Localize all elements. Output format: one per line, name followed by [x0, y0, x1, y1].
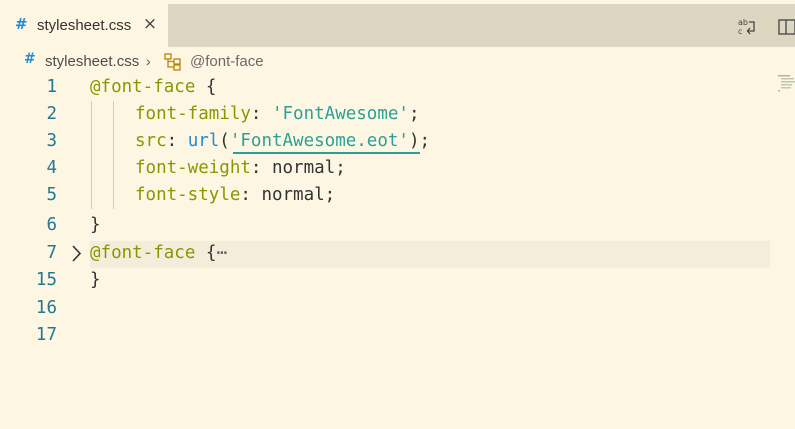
code-editor[interactable]: 1 @font-face { 2 font-family: 'FontAweso…: [0, 74, 795, 429]
token-value: normal;: [271, 158, 346, 178]
line-number: 1: [46, 77, 57, 97]
token-property: font-weight: [135, 158, 251, 178]
compare-changes-icon[interactable]: ab c: [736, 17, 758, 37]
code-line: font-style: normal;: [135, 182, 335, 209]
token-property: font-style: [135, 185, 241, 205]
token-colon: :: [250, 158, 272, 178]
symbol-class-icon: [164, 53, 182, 75]
breadcrumb-file[interactable]: stylesheet.css: [45, 53, 139, 70]
line-3: 3 src: url('FontAwesome.eot');: [0, 128, 780, 155]
line-15: 15 }: [0, 267, 780, 294]
folded-ellipsis[interactable]: ⋯: [216, 243, 227, 263]
token-value: normal;: [261, 185, 336, 205]
code-line: font-family: 'FontAwesome';: [135, 101, 420, 128]
token-function: url: [187, 131, 220, 151]
line-number: 4: [46, 158, 57, 178]
code-line: }: [90, 267, 101, 294]
token-at-rule: @font-face: [90, 243, 196, 263]
line-number: 17: [35, 325, 57, 345]
line-5: 5 font-style: normal;: [0, 182, 780, 209]
breadcrumb-symbol[interactable]: @font-face: [190, 53, 264, 70]
code-line: src: url('FontAwesome.eot');: [135, 128, 430, 155]
code-line: @font-face {: [90, 74, 216, 101]
split-editor-icon[interactable]: [776, 17, 795, 37]
token-brace: {: [195, 77, 217, 97]
token-semicolon: ;: [408, 104, 420, 124]
tab-stylesheet-css[interactable]: # stylesheet.css ×: [0, 4, 168, 47]
tab-label: stylesheet.css: [37, 17, 132, 34]
breadcrumb: # stylesheet.css › @font-face: [0, 50, 795, 74]
token-property: src: [135, 131, 167, 151]
line-number: 2: [46, 104, 57, 124]
svg-text:ab: ab: [738, 18, 748, 27]
editor-window: # stylesheet.css × ab c # stylesheet.css…: [0, 0, 795, 429]
line-number: 5: [46, 185, 57, 205]
code-line: @font-face {⋯: [90, 240, 227, 267]
tab-bar: # stylesheet.css × ab c: [0, 4, 795, 47]
code-line: font-weight: normal;: [135, 155, 346, 182]
line-number: 7: [46, 243, 57, 263]
line-17: 17: [0, 322, 780, 349]
close-icon[interactable]: ×: [140, 13, 160, 35]
minimap[interactable]: [778, 74, 795, 92]
line-1: 1 @font-face {: [0, 74, 780, 101]
chevron-right-icon[interactable]: [70, 240, 84, 267]
token-colon: :: [240, 185, 262, 205]
token-paren: );: [408, 131, 431, 151]
line-2: 2 font-family: 'FontAwesome';: [0, 101, 780, 128]
line-6: 6 }: [0, 212, 780, 239]
token-string: 'FontAwesome': [271, 104, 409, 124]
css-file-icon: #: [24, 51, 36, 67]
token-brace: {: [195, 243, 217, 263]
line-number: 16: [35, 298, 57, 318]
chevron-right-icon: ›: [146, 53, 151, 69]
css-file-icon: #: [15, 15, 28, 33]
token-colon: :: [166, 131, 188, 151]
token-string[interactable]: 'FontAwesome.eot': [230, 131, 409, 151]
link-underline: [233, 152, 420, 154]
code-line: }: [90, 212, 101, 239]
token-brace: }: [90, 270, 101, 290]
token-at-rule: @font-face: [90, 77, 196, 97]
line-16: 16: [0, 295, 780, 322]
line-number: 3: [46, 131, 57, 151]
token-paren: (: [219, 131, 230, 151]
token-colon: :: [250, 104, 272, 124]
line-7: 7 @font-face {⋯: [0, 240, 780, 267]
token-property: font-family: [135, 104, 251, 124]
line-number: 6: [46, 215, 57, 235]
token-brace: }: [90, 215, 101, 235]
svg-text:c: c: [738, 27, 742, 36]
line-4: 4 font-weight: normal;: [0, 155, 780, 182]
line-number: 15: [35, 270, 57, 290]
